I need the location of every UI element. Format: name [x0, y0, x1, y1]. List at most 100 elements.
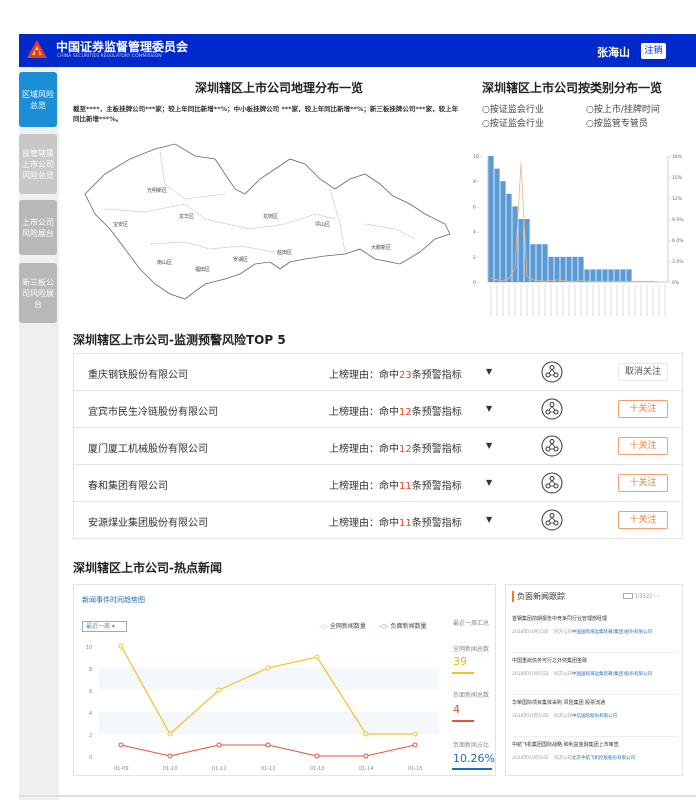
news-company-link[interactable]: 北京中航飞机控股股份有限公司	[572, 755, 635, 761]
reason-prefix: 上榜理由：命中	[329, 407, 399, 418]
network-icon[interactable]	[541, 398, 563, 420]
radio-option[interactable]: ○按监管专管员	[586, 116, 648, 129]
bar	[542, 244, 548, 282]
sidebar-item-region-risk[interactable]: 区域风险总览	[19, 72, 57, 127]
logout-button[interactable]: 注销	[641, 43, 666, 59]
total-news-label: 全网新闻总数	[453, 646, 490, 653]
y-tick-label-left: 10 -	[473, 154, 482, 160]
news-trend-panel: 新闻事件时间趋势图 最近一周 ▾ -◇- 全网新闻数量 -○- 负面新闻数量 1…	[73, 584, 496, 776]
category-distribution-title: 深圳辖区上市公司按类别分布一览	[482, 81, 663, 95]
y-tick-label-right: - 0%	[669, 280, 680, 286]
reason-suffix: 条预警指标	[411, 444, 462, 455]
bar	[560, 256, 566, 282]
radio-label: 按监管专管员	[593, 119, 648, 129]
bar	[620, 269, 626, 282]
news-item[interactable]: 华荣国际项目集体采购 风险集团 股票流通 2018年01月15日 同方公司 中信…	[512, 695, 678, 737]
bar	[530, 244, 536, 282]
news-source: 同方公司	[554, 714, 572, 719]
network-icon[interactable]	[541, 509, 563, 531]
radio-option[interactable]: ○按上市/挂牌时间	[586, 102, 660, 115]
table-row: 重庆钢铁股份有限公司 上榜理由：命中23条预警指标 ▼ 取消关注	[74, 354, 682, 391]
news-item[interactable]: 中国重启债务可行之外债集团金融 2018年01月15日 同方公司 中国国际海运集…	[512, 653, 678, 695]
y-tick-label-right: - 6.0%	[669, 238, 684, 244]
bar	[584, 269, 590, 282]
svg-text:2: 2	[89, 733, 92, 739]
table-row: 厦门厦工机械股份有限公司 上榜理由：命中12条预警指标 ▼ 十关注	[74, 428, 682, 465]
shenzhen-district-map[interactable]: 光明新区 宝安区 龙华区 龙岗区 坪山区 大鹏新区 南山区 福田区 罗湖区 盐田…	[75, 134, 455, 314]
negative-ratio-value: 10.26%	[453, 752, 495, 765]
top-bar: 中国证券监督管理委员会 CHINA SECURITIES REGULATORY …	[19, 34, 696, 67]
sidebar-item-listed-risk[interactable]: 上市公司风险展台	[19, 200, 57, 255]
reason-suffix: 条预警指标	[411, 481, 462, 492]
top5-risk-title: 深圳辖区上市公司-监测预警风险TOP 5	[73, 333, 286, 347]
network-icon[interactable]	[541, 361, 563, 383]
network-icon[interactable]	[541, 472, 563, 494]
chevron-down-icon[interactable]: ▼	[486, 367, 492, 376]
news-item[interactable]: 中航飞机集团国际战略 和利益金融集团上市审查 2018年01月15日 同方公司 …	[512, 737, 678, 779]
news-trend-chart: 10 8 6 4 2 0 01-09 01-10 01-11 01-12 01-13 01-14 01…	[86, 643, 439, 772]
district-label: 大鹏新区	[371, 244, 391, 251]
network-icon[interactable]	[541, 435, 563, 457]
follow-button[interactable]: 十关注	[618, 474, 668, 492]
chevron-down-icon[interactable]: ▼	[486, 515, 492, 524]
sidebar-item-neeq-risk[interactable]: 新三板公司风险展台	[19, 263, 57, 323]
alert-count: 23	[399, 370, 412, 381]
chevron-right-icon[interactable]: ›	[657, 594, 659, 600]
reason-prefix: 上榜理由：命中	[329, 370, 399, 381]
follow-button[interactable]: 十关注	[618, 511, 668, 529]
bar	[488, 156, 494, 282]
news-company-link[interactable]: 中国国际海运集装箱(集团)股份有限公司	[572, 671, 652, 677]
bar	[536, 244, 542, 282]
district-label: 南山区	[157, 259, 172, 266]
hot-news-title: 深圳辖区上市公司-热点新闻	[73, 561, 222, 575]
bar	[602, 269, 608, 282]
chevron-down-icon[interactable]: ▼	[486, 441, 492, 450]
table-row: 宜宾市民生冷链股份有限公司 上榜理由：命中12条预警指标 ▼ 十关注	[74, 391, 682, 428]
district-label: 福田区	[195, 266, 210, 273]
news-company-link[interactable]: 中国国际海运集装箱(集团)股份有限公司	[572, 629, 652, 635]
y-tick-label-left: 8 -	[473, 179, 479, 185]
chevron-down-icon[interactable]: ▼	[486, 478, 492, 487]
radio-option[interactable]: ○按证监会行业	[482, 102, 544, 115]
bar	[626, 269, 632, 282]
bar	[554, 256, 560, 282]
reason-text: 上榜理由：命中12条预警指标	[329, 403, 462, 418]
y-tick-label-left: 0 -	[473, 280, 479, 286]
bar	[548, 256, 554, 282]
org-name-cn: 中国证券监督管理委员会	[56, 40, 189, 54]
news-title: 华荣国际项目集体采购 风险集团 股票流通	[512, 700, 606, 706]
radio-label: 按上市/挂牌时间	[593, 105, 660, 115]
bar	[494, 168, 500, 282]
bar	[572, 256, 578, 282]
follow-button[interactable]: 十关注	[618, 400, 668, 418]
unfollow-button[interactable]: 取消关注	[618, 363, 668, 381]
district-label: 罗湖区	[233, 256, 248, 263]
alert-count: 12	[399, 407, 412, 418]
radio-label: 按证监会行业	[489, 119, 544, 129]
reason-text: 上榜理由：命中11条预警指标	[329, 514, 462, 529]
negative-news-title: 负面新闻跟踪	[512, 591, 565, 602]
table-row: 安源煤业集团股份有限公司 上榜理由：命中11条预警指标 ▼ 十关注	[74, 502, 682, 539]
y-tick-label-left: 4 -	[473, 230, 479, 236]
chevron-left-icon[interactable]: ‹	[654, 594, 656, 600]
bar	[506, 193, 512, 282]
chevron-down-icon[interactable]: ▼	[486, 404, 492, 413]
reason-suffix: 条预警指标	[411, 518, 462, 529]
follow-button[interactable]: 十关注	[618, 437, 668, 455]
page-input[interactable]	[623, 593, 633, 599]
news-title: 首钢集团前期报告中竞争同行业管理部经理	[512, 616, 608, 622]
svg-text:0: 0	[89, 755, 92, 761]
svg-text:01-13: 01-13	[310, 766, 325, 772]
y-tick-label-right: - 9.0%	[669, 217, 684, 223]
org-name-en: CHINA SECURITIES REGULATORY COMMISSION	[57, 54, 162, 59]
bar	[578, 256, 584, 282]
sidebar-item-supervised-risk[interactable]: 监管辖属上市公司风险总览	[19, 134, 57, 194]
news-item[interactable]: 首钢集团前期报告中竞争同行业管理部经理 2018年01月15日 同方公司 中国国…	[512, 611, 678, 653]
svg-text:4: 4	[89, 711, 92, 717]
news-company-link[interactable]: 中信国际股份有限公司	[572, 713, 617, 719]
bar	[500, 181, 506, 282]
negative-ratio-underline	[452, 768, 492, 770]
radio-option[interactable]: ○按证监会行业	[482, 116, 544, 129]
svg-text:01-14: 01-14	[359, 766, 374, 772]
bar	[596, 269, 602, 282]
